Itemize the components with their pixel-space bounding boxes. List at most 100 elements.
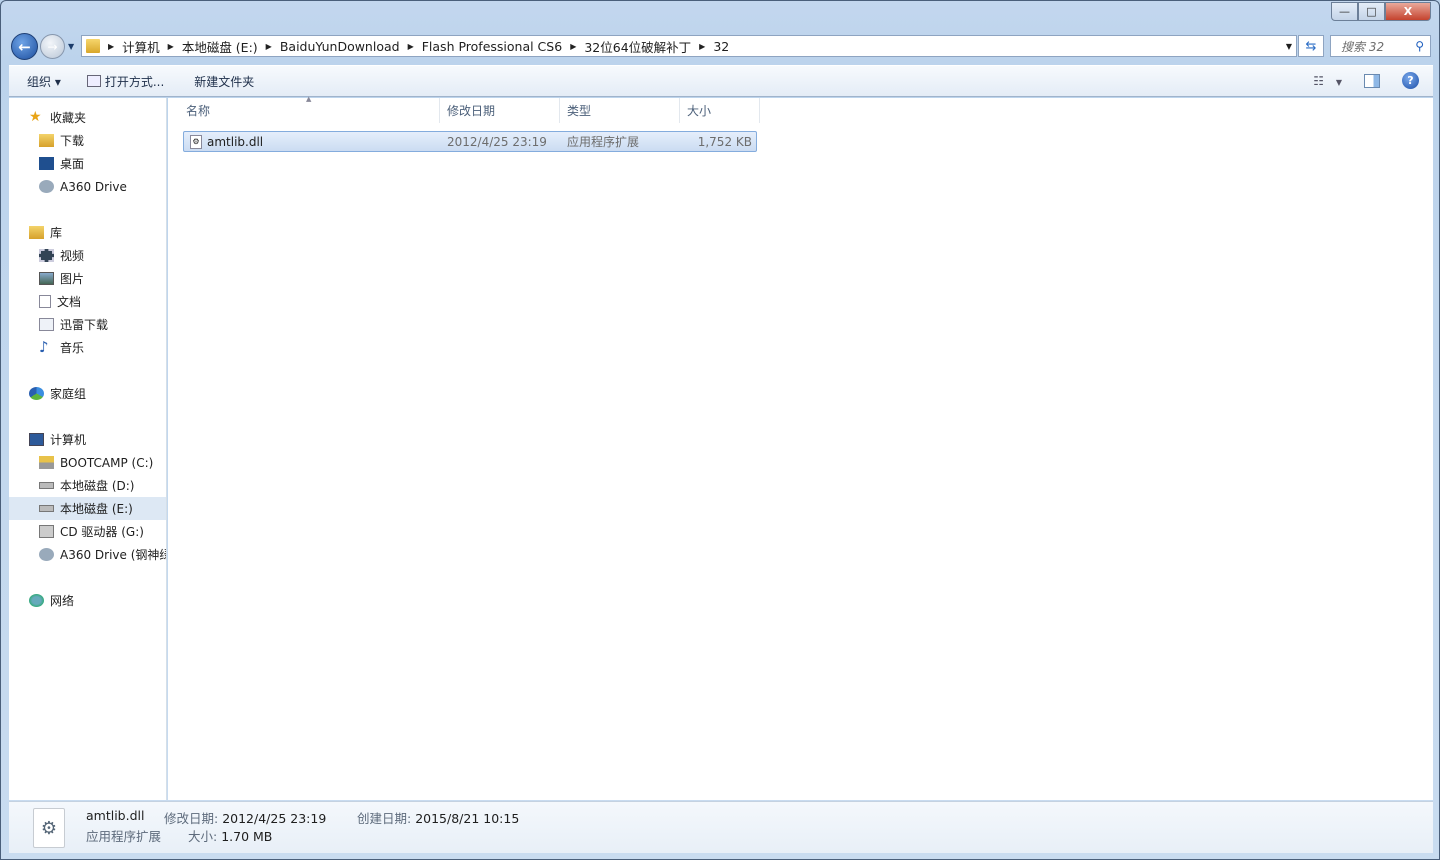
sidebar-item-drive-e[interactable]: 本地磁盘 (E:)	[9, 497, 166, 520]
refresh-button[interactable]: ⇆	[1298, 35, 1324, 57]
column-name[interactable]: 名称 ▲	[168, 95, 440, 123]
dll-file-icon: ⚙	[33, 808, 65, 848]
breadcrumb-separator[interactable]: ▶	[699, 42, 705, 51]
details-file-name: amtlib.dll	[86, 808, 145, 823]
details-value: 1.70 MB	[221, 829, 273, 844]
breadcrumb-32[interactable]: 32	[713, 39, 729, 54]
drive-icon	[39, 482, 54, 489]
sidebar-label: 桌面	[60, 157, 85, 171]
address-bar[interactable]: ▶ 计算机 ▶ 本地磁盘 (E:) ▶ BaiduYunDownload ▶ Flas…	[81, 35, 1297, 57]
sidebar-label: 图片	[60, 272, 85, 286]
navigation-pane: ★ 收藏夹 下载 桌面 A360 Drive 库 视频 图片 文档 迅雷下载 ♪ 音…	[9, 98, 167, 800]
sidebar-label: 本地磁盘 (D:)	[60, 479, 135, 493]
arrow-right-icon: →	[47, 39, 58, 54]
breadcrumb-flash[interactable]: Flash Professional CS6	[422, 39, 562, 54]
details-label: 大小:	[188, 829, 218, 844]
sidebar-item-downloads[interactable]: 下载	[9, 129, 166, 152]
sidebar-label: 家庭组	[50, 387, 87, 401]
star-icon: ★	[29, 109, 42, 125]
details-created: 创建日期: 2015/8/21 10:15	[357, 808, 519, 827]
open-with-button[interactable]: 打开方式...	[71, 73, 174, 90]
breadcrumb-computer[interactable]: 计算机	[122, 37, 160, 56]
address-history-dropdown[interactable]: ▼	[1286, 42, 1292, 51]
forward-button[interactable]: →	[40, 34, 65, 59]
breadcrumb-separator[interactable]: ▶	[168, 42, 174, 51]
minimize-button[interactable]: —	[1331, 2, 1358, 21]
details-modified: 修改日期: 2012/4/25 23:19	[164, 808, 326, 827]
sidebar-homegroup[interactable]: 家庭组	[9, 382, 166, 405]
sidebar-item-desktop[interactable]: 桌面	[9, 152, 166, 175]
recent-pages-dropdown[interactable]: ▼	[68, 42, 74, 51]
system-drive-icon	[39, 456, 54, 469]
breadcrumb-drive-e[interactable]: 本地磁盘 (E:)	[182, 37, 258, 56]
breadcrumb-baiduyundownload[interactable]: BaiduYunDownload	[280, 39, 400, 54]
organize-button[interactable]: 组织 ▾	[9, 73, 71, 90]
sidebar-label: CD 驱动器 (G:)	[60, 525, 144, 539]
file-row[interactable]: ⚙ amtlib.dll 2012/4/25 23:19 应用程序扩展 1,752…	[183, 131, 757, 152]
command-bar: 组织 ▾ 打开方式... 新建文件夹 ☷ ▼ ?	[9, 65, 1433, 97]
homegroup-icon	[29, 387, 44, 400]
sidebar-item-documents[interactable]: 文档	[9, 290, 166, 313]
new-folder-button[interactable]: 新建文件夹	[174, 73, 264, 90]
navigation-buttons: ← → ▼	[11, 33, 74, 60]
open-with-icon	[86, 75, 101, 87]
column-size[interactable]: 大小	[680, 98, 760, 123]
sidebar-item-thunder-downloads[interactable]: 迅雷下载	[9, 313, 166, 336]
sidebar-label: 下载	[60, 134, 85, 148]
network-icon	[29, 594, 44, 607]
search-input[interactable]: 搜索 32 ⚲	[1330, 35, 1431, 57]
sidebar-item-a360[interactable]: A360 Drive	[9, 175, 166, 198]
details-value: 2012/4/25 23:19	[222, 811, 327, 826]
file-type: 应用程序扩展	[567, 135, 640, 149]
drive-icon	[39, 505, 54, 512]
sidebar-label: 音乐	[60, 341, 85, 355]
sidebar-computer[interactable]: 计算机	[9, 428, 166, 451]
breadcrumb-separator[interactable]: ▶	[570, 42, 576, 51]
sidebar-item-cd-drive[interactable]: CD 驱动器 (G:)	[9, 520, 166, 543]
sidebar-item-a360-drive[interactable]: A360 Drive (钢神绿	[9, 543, 166, 566]
details-file-type: 应用程序扩展	[86, 829, 162, 844]
back-button[interactable]: ←	[11, 33, 38, 60]
help-icon[interactable]: ?	[1402, 72, 1419, 89]
sidebar-label: BOOTCAMP (C:)	[60, 455, 154, 470]
sidebar-label: 库	[50, 226, 63, 240]
sidebar-item-drive-d[interactable]: 本地磁盘 (D:)	[9, 474, 166, 497]
close-button[interactable]: X	[1385, 2, 1431, 21]
sidebar-item-drive-c[interactable]: BOOTCAMP (C:)	[9, 451, 166, 474]
maximize-button[interactable]: □	[1358, 2, 1385, 21]
library-icon	[29, 226, 44, 239]
a360-drive-icon	[39, 548, 54, 561]
view-options-icon[interactable]: ☷ ▼	[1313, 74, 1342, 88]
breadcrumb-patch[interactable]: 32位64位破解补丁	[584, 37, 691, 56]
dll-file-icon: ⚙	[190, 134, 202, 149]
file-list: 名称 ▲ 修改日期 类型 大小 ⚙ amtlib.dll 2012/4/25 23:…	[168, 95, 1433, 800]
preview-pane-icon[interactable]	[1364, 73, 1380, 88]
computer-icon	[29, 433, 44, 446]
downloads-folder-icon	[39, 134, 54, 147]
column-type[interactable]: 类型	[560, 98, 680, 123]
breadcrumb-separator[interactable]: ▶	[108, 42, 114, 51]
file-name: amtlib.dll	[207, 134, 264, 149]
breadcrumb-separator[interactable]: ▶	[408, 42, 414, 51]
column-modified[interactable]: 修改日期	[440, 98, 560, 123]
sidebar-item-videos[interactable]: 视频	[9, 244, 166, 267]
pictures-icon	[39, 272, 54, 285]
sidebar-label: 迅雷下载	[60, 318, 109, 332]
sidebar-label: 本地磁盘 (E:)	[60, 502, 133, 516]
refresh-icon: ⇆	[1305, 38, 1317, 54]
sidebar-libraries[interactable]: 库	[9, 221, 166, 244]
search-icon[interactable]: ⚲	[1415, 39, 1424, 53]
file-size: 1,752 KB	[697, 134, 752, 149]
sidebar-network[interactable]: 网络	[9, 589, 166, 612]
sidebar-favorites[interactable]: ★ 收藏夹	[9, 106, 166, 129]
breadcrumb-separator[interactable]: ▶	[266, 42, 272, 51]
details-value: 2015/8/21 10:15	[415, 811, 520, 826]
a360-drive-icon	[39, 180, 54, 193]
sidebar-item-pictures[interactable]: 图片	[9, 267, 166, 290]
column-headers: 名称 ▲ 修改日期 类型 大小	[168, 95, 1433, 123]
video-icon	[39, 249, 54, 262]
file-modified: 2012/4/25 23:19	[447, 134, 547, 149]
column-label: 名称	[186, 104, 211, 118]
details-label: 创建日期:	[357, 811, 412, 826]
sidebar-item-music[interactable]: ♪ 音乐	[9, 336, 166, 359]
